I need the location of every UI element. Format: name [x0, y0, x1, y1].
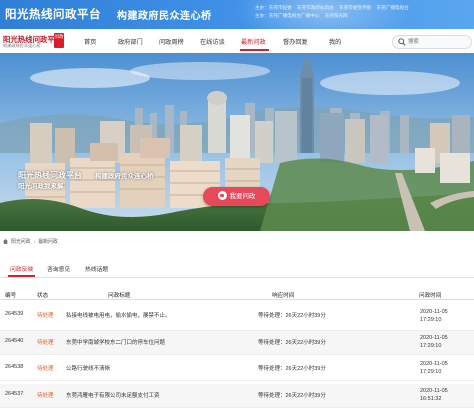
- breadcrumb-separator: ›: [33, 240, 36, 245]
- site-logo[interactable]: 阳光热线问政平台 问政 构建政府民众连心桥: [3, 33, 64, 50]
- tab-active-indicator: [8, 275, 35, 277]
- sponsor-item: 主办：东莞市纪委: [255, 5, 292, 10]
- sponsor-line-1: 主办：东莞市纪委 东莞市政府纠风办 东莞市委宣传部 东莞广播电视台: [255, 5, 413, 11]
- row-id: 264537: [5, 391, 24, 397]
- table-row[interactable]: 264539 待处理 私接电线被电用电，偷水偷电，屡禁不止。 等待处理：26天2…: [0, 307, 474, 331]
- sponsor-line-2: 主办：东莞广播电视台广播中心 东莞阳光网: [255, 13, 352, 19]
- row-id: 264538: [5, 364, 24, 370]
- row-status: 待处理: [37, 393, 54, 399]
- top-banner: 阳光热线问政平台 构建政府民众连心桥 主办：东莞市纪委 东莞市政府纠风办 东莞市…: [0, 0, 474, 29]
- row-time: 17:29:10: [420, 317, 442, 323]
- nav-item-weekly[interactable]: 问政周榜: [159, 37, 184, 46]
- nav-item-departments[interactable]: 政府部门: [118, 37, 143, 46]
- row-date: 2020-11-05: [420, 361, 448, 367]
- breadcrumb-item[interactable]: 阳光问政: [11, 240, 31, 245]
- nav-item-mine[interactable]: 我的: [329, 37, 341, 46]
- banner-slogan: 构建政府民众连心桥: [117, 11, 212, 22]
- search-box[interactable]: [392, 35, 472, 49]
- chat-bubble-icon: [217, 190, 227, 200]
- hero-banner: 阳光热线问政平台 构建政府民众连心桥 阳光问政我来解 我要问政: [0, 53, 474, 231]
- sponsor-item: 东莞阳光网: [324, 13, 348, 18]
- row-date: 2020-11-05: [420, 388, 448, 394]
- table-row[interactable]: 264540 待处理 东莞中学南城学校东二门口的停车位问题 等待处理：26天22…: [0, 331, 474, 355]
- row-status: 待处理: [37, 313, 54, 319]
- search-icon[interactable]: [398, 38, 406, 46]
- sponsor-item: 东莞广播电视台: [376, 5, 409, 10]
- ask-button-label: 我要问政: [229, 193, 256, 200]
- home-icon: [3, 239, 8, 244]
- column-header-title: 问政标题: [108, 293, 131, 299]
- row-date: 2020-11-05: [420, 309, 448, 315]
- row-response: 等待处理：26天22小时39分: [258, 393, 326, 399]
- nav-item-interviews[interactable]: 在线访谈: [200, 37, 225, 46]
- nav-item-home[interactable]: 首页: [84, 37, 96, 46]
- row-time: 17:29:10: [420, 343, 442, 349]
- column-header-response: 响应时间: [272, 293, 295, 299]
- logo-subtitle: 构建政府民众连心桥: [3, 43, 41, 48]
- row-response: 等待处理：26天22小时39分: [258, 340, 326, 346]
- column-header-status: 状态: [37, 293, 49, 299]
- row-status: 待处理: [37, 366, 54, 372]
- category-tabs: 问政反映 咨询意见 热线话题: [0, 257, 474, 278]
- column-header-date: 问政时间: [419, 293, 442, 299]
- main-nav: 阳光热线问政平台 问政 构建政府民众连心桥 首页 政府部门 问政周榜 在线访谈 …: [0, 29, 474, 54]
- nav-active-indicator: [240, 49, 269, 51]
- sponsor-item: 主办：东莞广播电视台广播中心: [255, 13, 320, 18]
- tab-suggestions[interactable]: 咨询意见: [47, 264, 70, 273]
- hero-slogan: 构建政府民众连心桥: [95, 173, 154, 180]
- breadcrumb: 阳光问政 › 最新问政: [3, 238, 58, 245]
- hero-subslogan: 阳光问政我来解: [18, 183, 64, 190]
- row-title[interactable]: 私接电线被电用电，偷水偷电，屡禁不止。: [66, 311, 171, 319]
- row-id: 264539: [5, 311, 24, 317]
- row-title[interactable]: 东莞中学南城学校东二门口的停车位问题: [66, 338, 165, 346]
- row-time: 17:29:10: [420, 369, 442, 375]
- search-input[interactable]: [408, 37, 466, 46]
- table-header: 编号 状态 问政标题 响应时间 问政时间: [0, 289, 474, 300]
- ask-question-button[interactable]: 我要问政: [203, 187, 270, 206]
- row-id: 264540: [5, 338, 24, 344]
- table-row[interactable]: 264537 待处理 东莞鸿雁电子有限公司未足额支付工资 等待处理：26天22小…: [0, 384, 474, 408]
- sponsor-item: 东莞市委宣传部: [339, 5, 372, 10]
- row-status: 待处理: [37, 340, 54, 346]
- logo-badge: 问政: [54, 33, 64, 48]
- sponsor-item: 东莞市政府纠风办: [297, 5, 334, 10]
- row-response: 等待处理：26天22小时39分: [258, 313, 326, 319]
- nav-item-latest[interactable]: 最新问政: [241, 37, 266, 46]
- row-time: 16:51:32: [420, 396, 442, 402]
- tab-inquiries[interactable]: 问政反映: [10, 264, 33, 273]
- row-response: 等待处理：26天22小时39分: [258, 366, 326, 372]
- row-date: 2020-11-05: [420, 335, 448, 341]
- banner-title: 阳光热线问政平台: [5, 9, 101, 21]
- breadcrumb-item[interactable]: 最新问政: [38, 240, 58, 245]
- row-title[interactable]: 公路行驶线不清晰: [66, 364, 110, 372]
- table-row[interactable]: 264538 待处理 公路行驶线不清晰 等待处理：26天22小时39分 2020…: [0, 357, 474, 381]
- row-title[interactable]: 东莞鸿雁电子有限公司未足额支付工资: [66, 391, 160, 399]
- column-header-id: 编号: [5, 293, 17, 299]
- tab-hotline-topics[interactable]: 热线话题: [85, 264, 108, 273]
- nav-item-supervision[interactable]: 督办回复: [283, 37, 308, 46]
